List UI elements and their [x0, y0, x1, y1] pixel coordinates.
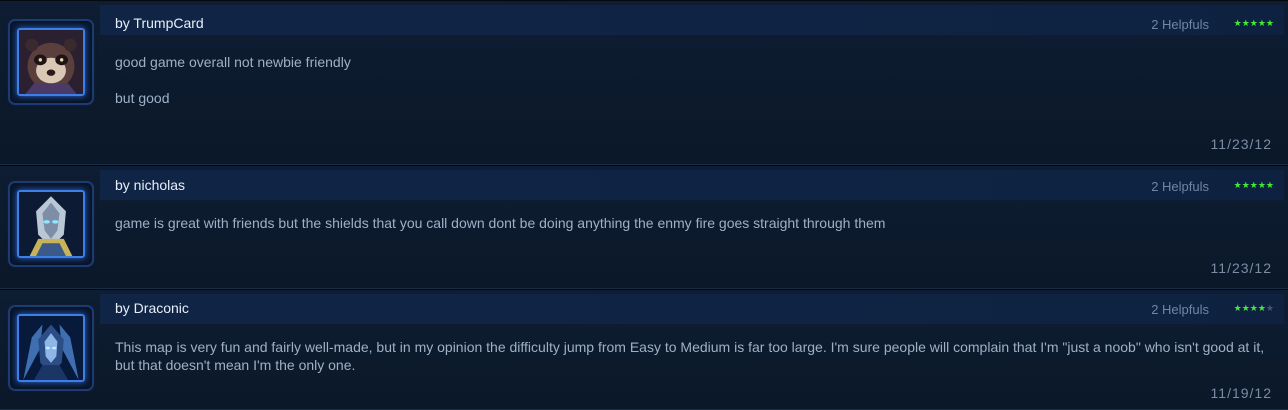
review-date: 11/23/12	[1210, 260, 1272, 276]
helpful-count: 2 Helpfuls	[1151, 17, 1209, 32]
dark-templar-portrait-icon	[17, 314, 85, 382]
review-author[interactable]: by nicholas	[115, 177, 185, 193]
star-icon: ★	[1249, 18, 1258, 28]
review-date: 11/19/12	[1210, 385, 1272, 401]
review-body: This map is very fun and fairly well-mad…	[115, 338, 1268, 374]
star-icon: ★	[1249, 303, 1258, 313]
helpful-count: 2 Helpfuls	[1151, 302, 1209, 317]
review-card: by TrumpCard 2 Helpfuls ★★★★★ good game …	[0, 0, 1288, 165]
review-body: game is great with friends but the shiel…	[115, 214, 1268, 232]
star-rating: ★★★★★	[1234, 180, 1274, 191]
star-icon: ★	[1265, 18, 1274, 28]
star-icon: ★	[1257, 18, 1266, 28]
star-icon: ★	[1233, 303, 1242, 313]
star-rating: ★★★★★	[1234, 18, 1274, 29]
panda-monk-portrait-icon	[17, 28, 85, 96]
review-paragraph: This map is very fun and fairly well-mad…	[115, 339, 1265, 373]
review-paragraph: game is great with friends but the shiel…	[115, 215, 886, 231]
protoss-templar-portrait-icon	[17, 190, 85, 258]
star-icon: ★	[1233, 18, 1242, 28]
star-icon: ★	[1233, 180, 1242, 190]
review-header-bar	[100, 294, 1284, 324]
star-icon: ★	[1257, 180, 1266, 190]
review-paragraph: good game overall not newbie friendly	[115, 54, 351, 70]
avatar[interactable]	[8, 181, 94, 267]
review-header-bar	[100, 170, 1284, 200]
star-rating: ★★★★★	[1234, 303, 1274, 314]
star-icon: ★	[1265, 180, 1274, 190]
avatar[interactable]	[8, 19, 94, 105]
star-icon: ★	[1257, 303, 1266, 313]
star-icon: ★	[1249, 180, 1258, 190]
star-icon: ★	[1241, 18, 1250, 28]
review-author[interactable]: by TrumpCard	[115, 15, 204, 31]
helpful-count: 2 Helpfuls	[1151, 179, 1209, 194]
review-author[interactable]: by Draconic	[115, 300, 189, 316]
review-body: good game overall not newbie friendly bu…	[115, 53, 1268, 107]
review-list: by TrumpCard 2 Helpfuls ★★★★★ good game …	[0, 0, 1288, 410]
star-empty-icon: ★	[1265, 303, 1274, 313]
review-paragraph: but good	[115, 90, 170, 106]
avatar[interactable]	[8, 305, 94, 391]
review-header-bar	[100, 5, 1284, 35]
star-icon: ★	[1241, 303, 1250, 313]
review-card: by nicholas 2 Helpfuls ★★★★★ game is gre…	[0, 165, 1288, 289]
review-date: 11/23/12	[1210, 136, 1272, 152]
review-card: by Draconic 2 Helpfuls ★★★★★ This map is…	[0, 289, 1288, 410]
star-icon: ★	[1241, 180, 1250, 190]
